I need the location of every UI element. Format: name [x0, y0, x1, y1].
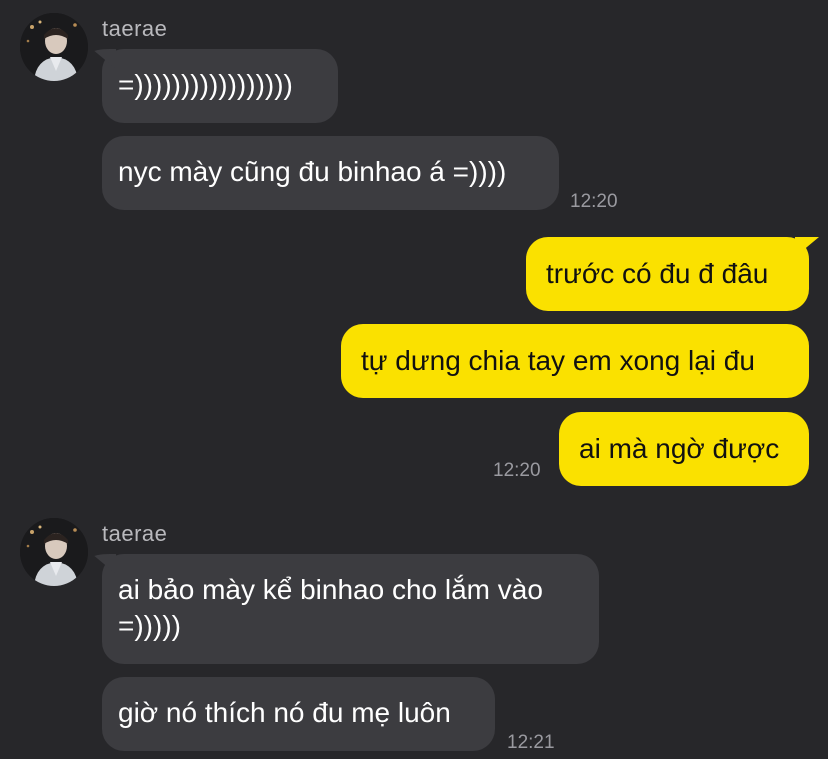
avatar[interactable] — [20, 13, 88, 81]
message-text: ai mà ngờ được — [579, 433, 780, 464]
message-bubble[interactable]: ai bảo mày kể binhao cho lắm vào =))))) — [102, 554, 599, 664]
message-bubble[interactable]: tự dưng chia tay em xong lại đu — [341, 324, 809, 398]
message-bubble[interactable]: nyc mày cũng đu binhao á =)))) — [102, 136, 559, 210]
message-text: giờ nó thích nó đu mẹ luôn — [118, 697, 451, 728]
message-text: tự dưng chia tay em xong lại đu — [361, 345, 755, 376]
sender-name: taerae — [102, 521, 168, 546]
message-bubble[interactable]: trước có đu đ đâu — [526, 237, 809, 311]
avatar-photo-icon — [20, 518, 88, 586]
avatar[interactable] — [20, 518, 88, 586]
message-timestamp: 12:21 — [507, 732, 555, 753]
message-bubble[interactable]: =))))))))))))))))) — [102, 49, 338, 123]
message-timestamp: 12:20 — [570, 191, 618, 212]
message-text: ai bảo mày kể binhao cho lắm vào — [118, 574, 543, 605]
message-bubble[interactable]: giờ nó thích nó đu mẹ luôn — [102, 677, 495, 751]
message-bubble[interactable]: ai mà ngờ được — [559, 412, 809, 486]
message-text: =))))))))))))))))) — [118, 69, 293, 100]
message-text: =))))) — [118, 610, 181, 641]
message-timestamp: 12:20 — [493, 460, 541, 481]
avatar-photo-icon — [20, 13, 88, 81]
sender-name: taerae — [102, 16, 168, 41]
message-text: trước có đu đ đâu — [546, 258, 769, 289]
chat-thread: taerae =))))))))))))))))) nyc mày cũng đ… — [0, 0, 828, 759]
message-text: nyc mày cũng đu binhao á =)))) — [118, 156, 507, 187]
